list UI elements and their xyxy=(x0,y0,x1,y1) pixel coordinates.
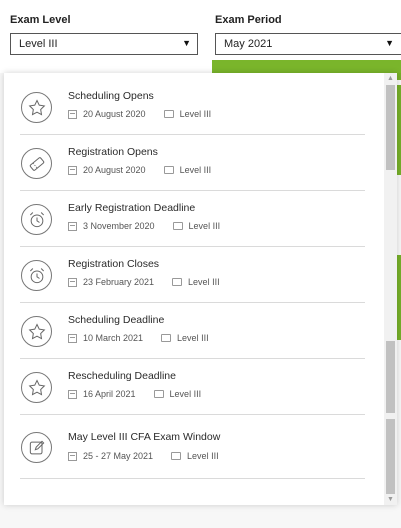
calendar-icon xyxy=(68,389,77,399)
event-title: May Level III CFA Exam Window xyxy=(68,431,221,443)
scrollbar-thumb[interactable] xyxy=(386,341,395,413)
event-date: 16 April 2021 xyxy=(83,389,136,399)
event-date: 20 August 2020 xyxy=(83,109,146,119)
list-item[interactable]: Scheduling Deadline 10 March 2021 Level … xyxy=(20,303,365,359)
list-item[interactable]: Registration Opens 20 August 2020 Level … xyxy=(20,135,365,191)
calendar-icon xyxy=(68,109,77,119)
alarm-clock-icon xyxy=(21,260,52,291)
event-date: 10 March 2021 xyxy=(83,333,144,343)
scrollbar[interactable]: ▲ ▼ xyxy=(384,73,397,505)
event-date: 3 November 2020 xyxy=(83,221,155,231)
tag-icon xyxy=(163,110,174,118)
scroll-down-icon[interactable]: ▼ xyxy=(387,496,394,503)
event-level: Level III xyxy=(188,277,220,287)
list-item[interactable]: May Level III CFA Exam Window 25 - 27 Ma… xyxy=(20,415,365,479)
calendar-icon xyxy=(68,451,77,461)
tag-icon xyxy=(172,222,183,230)
calendar-icon xyxy=(68,277,77,287)
event-date: 25 - 27 May 2021 xyxy=(83,451,154,461)
event-title: Registration Opens xyxy=(68,146,158,158)
event-title: Rescheduling Deadline xyxy=(68,370,176,382)
calendar-icon xyxy=(68,333,77,343)
tag-icon xyxy=(153,390,164,398)
event-level: Level III xyxy=(177,333,209,343)
event-level: Level III xyxy=(179,109,212,119)
calendar-icon xyxy=(68,165,77,175)
list-item[interactable]: Scheduling Opens 20 August 2020 Level II… xyxy=(20,79,365,135)
tag-icon xyxy=(172,278,183,286)
exam-period-label: Exam Period xyxy=(215,14,282,26)
event-level: Level III xyxy=(188,221,221,231)
list-item[interactable]: Early Registration Deadline 3 November 2… xyxy=(20,191,365,247)
star-icon xyxy=(21,372,52,403)
event-title: Scheduling Deadline xyxy=(68,314,165,326)
event-title: Scheduling Opens xyxy=(68,90,154,102)
key-dates-list: Scheduling Opens 20 August 2020 Level II… xyxy=(4,79,384,479)
edit-icon xyxy=(21,432,52,463)
exam-period-value: May 2021 xyxy=(224,38,273,50)
star-icon xyxy=(21,92,52,123)
event-date: 23 February 2021 xyxy=(83,277,155,287)
event-level: Level III xyxy=(179,165,212,175)
scroll-up-icon[interactable]: ▲ xyxy=(387,75,394,82)
alarm-clock-icon xyxy=(21,204,52,235)
scrollbar-thumb[interactable] xyxy=(386,85,395,170)
exam-level-select[interactable]: Level III ▼ xyxy=(10,33,198,55)
tag-icon xyxy=(171,452,182,460)
key-dates-panel: Scheduling Opens 20 August 2020 Level II… xyxy=(4,73,397,505)
tag-icon xyxy=(163,166,174,174)
exam-level-value: Level III xyxy=(19,38,58,50)
scrollbar-thumb[interactable] xyxy=(386,419,395,494)
tag-icon xyxy=(161,334,172,342)
ticket-icon xyxy=(21,148,52,179)
calendar-icon xyxy=(68,221,77,231)
star-icon xyxy=(21,316,52,347)
event-date: 20 August 2020 xyxy=(83,165,146,175)
event-title: Early Registration Deadline xyxy=(68,202,196,214)
event-title: Registration Closes xyxy=(68,258,160,270)
caret-down-icon: ▼ xyxy=(385,38,394,48)
event-level: Level III xyxy=(169,389,202,399)
list-item[interactable]: Registration Closes 23 February 2021 Lev… xyxy=(20,247,365,303)
event-level: Level III xyxy=(187,451,219,461)
exam-level-label: Exam Level xyxy=(10,14,71,26)
exam-period-select[interactable]: May 2021 ▼ xyxy=(215,33,401,55)
caret-down-icon: ▼ xyxy=(182,38,191,48)
list-item[interactable]: Rescheduling Deadline 16 April 2021 Leve… xyxy=(20,359,365,415)
